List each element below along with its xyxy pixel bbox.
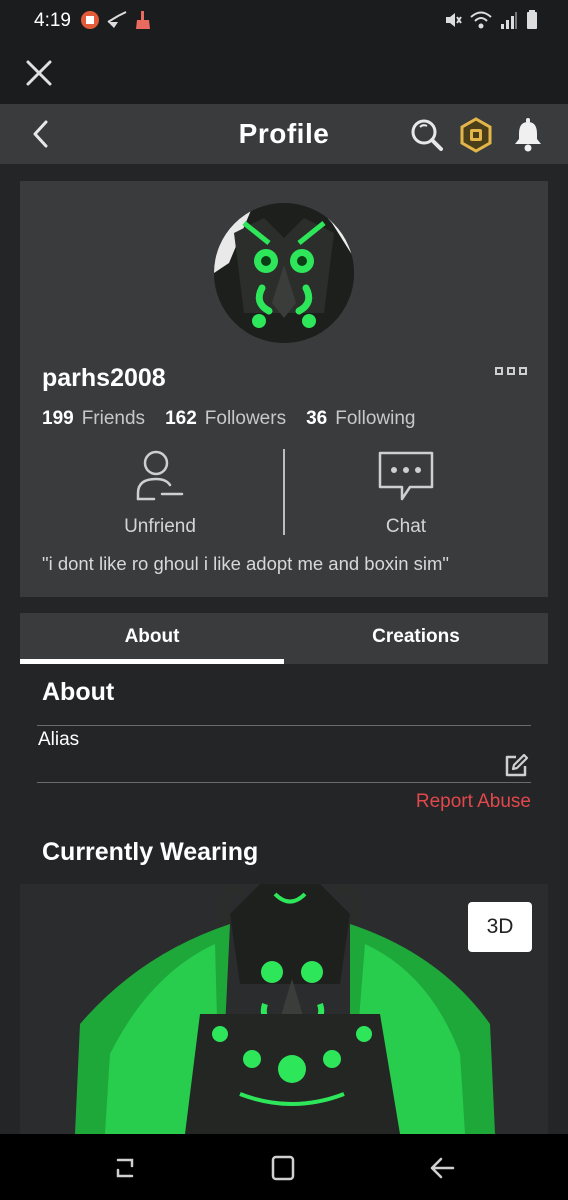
avatar[interactable] [214, 203, 354, 343]
tab-about[interactable]: About [20, 613, 284, 664]
following-count: 36 [306, 408, 328, 429]
report-abuse-link[interactable]: Report Abuse [416, 791, 531, 813]
wifi-icon [470, 11, 492, 29]
dot-icon [507, 367, 515, 375]
navigation-bar: Profile [0, 104, 568, 164]
dot-icon [519, 367, 527, 375]
currently-wearing-heading: Currently Wearing [42, 838, 259, 866]
about-divider-top [37, 725, 531, 726]
following-stat[interactable]: 36 Following [306, 408, 415, 430]
modal-top-bar [0, 42, 568, 104]
profile-stats: 199 Friends 162 Followers 36 Following [42, 408, 415, 430]
notification-bell-icon[interactable] [511, 117, 545, 153]
followers-label: Followers [204, 408, 287, 429]
status-time: 4:19 [34, 10, 71, 31]
broom-icon [107, 11, 127, 28]
tab-creations[interactable]: Creations [284, 613, 548, 664]
chat-button[interactable]: Chat [306, 449, 506, 538]
about-heading: About [42, 678, 115, 706]
chat-bubble-icon [378, 451, 434, 501]
back-icon[interactable] [427, 1154, 457, 1182]
followers-count: 162 [165, 408, 197, 429]
more-options-button[interactable] [495, 367, 531, 379]
search-icon[interactable] [410, 118, 444, 152]
friends-stat[interactable]: 199 Friends [42, 408, 145, 430]
edit-icon[interactable] [503, 753, 529, 779]
toggle-3d-button[interactable]: 3D [468, 902, 532, 952]
friends-label: Friends [81, 408, 146, 429]
battery-icon [527, 10, 537, 29]
chat-label: Chat [385, 516, 427, 537]
unfriend-button[interactable]: Unfriend [60, 449, 260, 538]
avatar-image [214, 203, 354, 343]
alias-label: Alias [38, 729, 80, 750]
recent-apps-icon[interactable] [110, 1154, 140, 1182]
about-divider-bottom [37, 782, 531, 783]
robux-icon[interactable] [459, 117, 493, 153]
mute-icon [446, 13, 462, 27]
close-icon[interactable] [24, 58, 54, 88]
notification-app-icon [81, 11, 99, 29]
username: parhs2008 [42, 364, 166, 392]
unfriend-person-icon [136, 450, 184, 501]
signal-icon [501, 12, 517, 29]
actions-divider [283, 449, 285, 535]
dot-icon [495, 367, 503, 375]
following-label: Following [335, 408, 416, 429]
system-navigation-bar [0, 1134, 568, 1200]
cleaner-icon [136, 11, 150, 29]
friends-count: 199 [42, 408, 74, 429]
profile-blurb: "i dont like ro ghoul i like adopt me an… [42, 553, 449, 574]
followers-stat[interactable]: 162 Followers [165, 408, 286, 430]
profile-card: parhs2008 199 Friends 162 Followers 36 Foll… [20, 181, 548, 597]
status-bar: 4:19 [0, 0, 568, 42]
profile-tabs: About Creations [20, 613, 548, 664]
home-icon[interactable] [268, 1154, 298, 1182]
unfriend-label: Unfriend [124, 516, 196, 537]
